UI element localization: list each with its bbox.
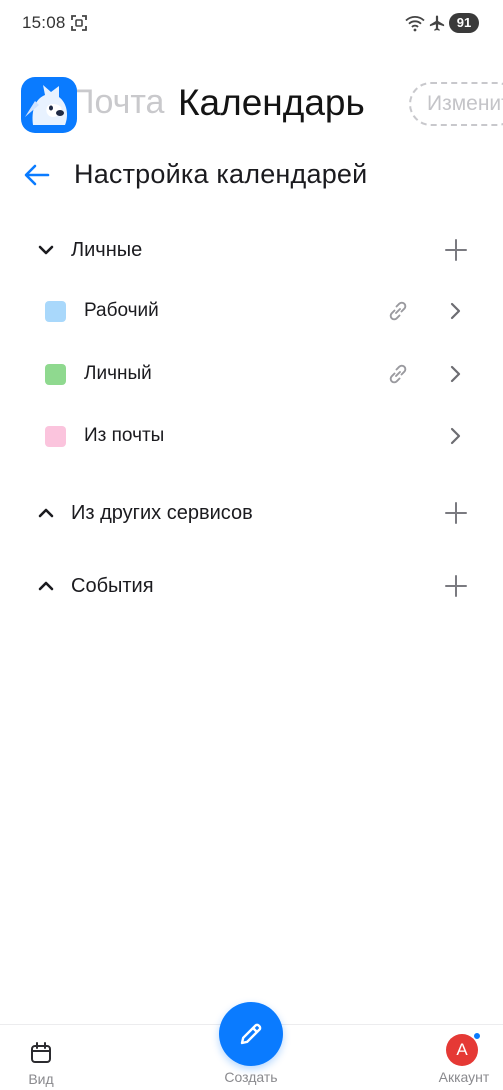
section-events[interactable]: События (0, 564, 503, 608)
app-title[interactable]: Календарь (178, 82, 365, 124)
section-personal[interactable]: Личные (0, 228, 503, 272)
add-calendar-plus-icon[interactable] (444, 574, 468, 598)
calendar-row-from-mail[interactable]: Из почты (0, 411, 503, 461)
battery-level: 91 (449, 13, 479, 33)
wifi-icon (405, 16, 425, 32)
notification-dot (473, 1032, 481, 1040)
chevron-down-icon[interactable] (37, 241, 55, 259)
status-time: 15:08 (22, 13, 66, 32)
tab-mail[interactable]: Почта (70, 83, 164, 122)
chevron-right-icon[interactable] (449, 301, 463, 321)
chevron-right-icon[interactable] (449, 426, 463, 446)
section-label: Личные (71, 239, 143, 261)
calendar-label: Личный (84, 363, 152, 384)
add-calendar-plus-icon[interactable] (444, 238, 468, 262)
chevron-up-icon[interactable] (37, 504, 55, 522)
section-label: События (71, 575, 154, 597)
page-header: Настройка календарей (0, 150, 503, 200)
calendar-color-swatch (45, 364, 66, 385)
calendar-label: Рабочий (84, 300, 159, 321)
status-bar: 15:08 91 (0, 0, 503, 46)
pencil-icon (240, 1023, 262, 1045)
screenshot-icon (71, 15, 87, 31)
app-logo-icon (25, 85, 67, 125)
link-icon[interactable] (386, 362, 410, 386)
link-icon[interactable] (386, 299, 410, 323)
app-logo[interactable] (21, 77, 77, 133)
app-header: Почта Календарь Изменить (0, 70, 503, 140)
airplane-icon (429, 15, 445, 31)
edit-button[interactable]: Изменить (409, 82, 503, 126)
calendar-color-swatch (45, 301, 66, 322)
add-calendar-plus-icon[interactable] (444, 501, 468, 525)
nav-account-button[interactable]: А Аккаунт (430, 1030, 498, 1088)
section-label: Из других сервисов (71, 502, 253, 524)
chevron-up-icon[interactable] (37, 577, 55, 595)
nav-create-label: Создать (224, 1069, 278, 1085)
page-title: Настройка календарей (74, 159, 368, 189)
chevron-right-icon[interactable] (449, 364, 463, 384)
calendar-row-work[interactable]: Рабочий (0, 286, 503, 336)
calendar-row-personal[interactable]: Личный (0, 349, 503, 399)
create-button[interactable] (219, 1002, 283, 1066)
section-other-services[interactable]: Из других сервисов (0, 491, 503, 535)
back-arrow-icon[interactable] (20, 160, 54, 190)
nav-account-label: Аккаунт (438, 1069, 490, 1085)
calendar-label: Из почты (84, 425, 165, 446)
nav-view-button[interactable]: Вид (18, 1039, 64, 1089)
calendar-icon (31, 1042, 51, 1063)
nav-view-label: Вид (28, 1071, 54, 1087)
calendar-color-swatch (45, 426, 66, 447)
